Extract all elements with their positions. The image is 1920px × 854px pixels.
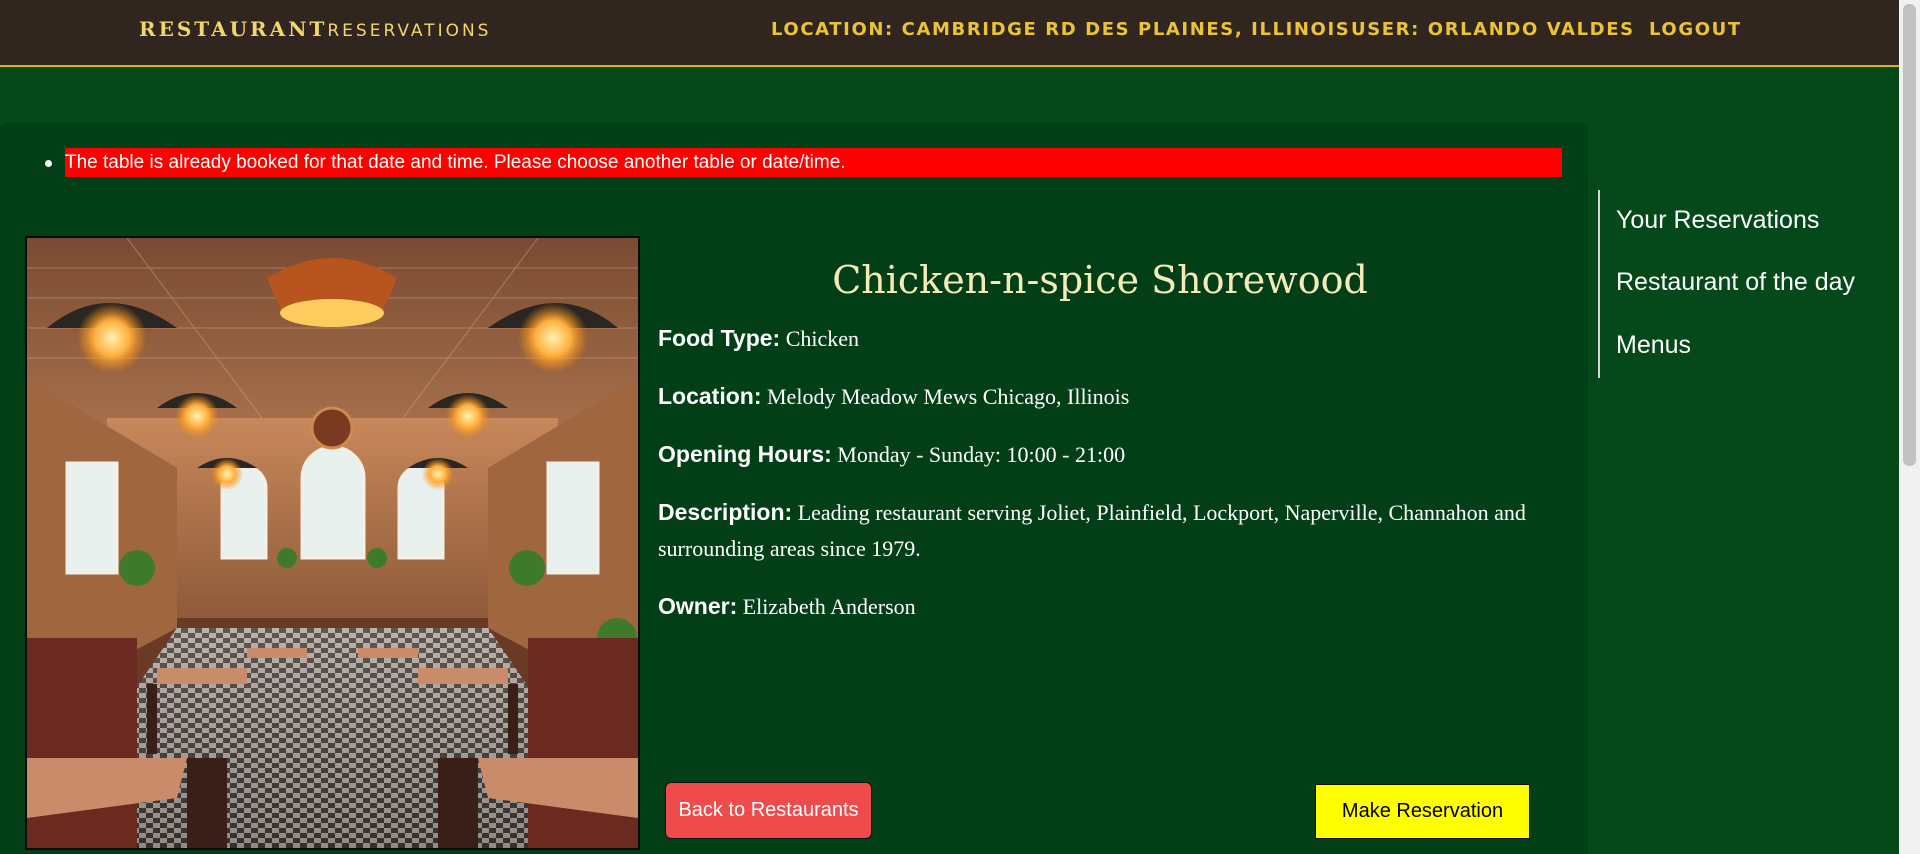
sidebar-item-your-reservations[interactable]: Your Reservations: [1616, 206, 1819, 235]
opening-hours-label: Opening Hours:: [658, 441, 832, 467]
sidebar-item-menus[interactable]: Menus: [1616, 331, 1691, 360]
opening-hours-value: Monday - Sunday: 10:00 - 21:00: [837, 442, 1126, 467]
location-label: Location:: [658, 383, 762, 409]
description-label: Description:: [658, 499, 793, 525]
top-navigation-bar: RESTAURANTRESERVATIONS LOCATION: CAMBRID…: [0, 0, 1899, 67]
page-scrollbar[interactable]: [1899, 0, 1920, 854]
back-to-restaurants-button[interactable]: Back to Restaurants: [665, 782, 872, 839]
owner-value: Elizabeth Anderson: [742, 594, 916, 619]
owner-label: Owner:: [658, 593, 738, 619]
opening-hours-row: Opening Hours: Monday - Sunday: 10:00 - …: [658, 436, 1125, 473]
make-reservation-button[interactable]: Make Reservation: [1315, 784, 1530, 839]
scrollbar-thumb[interactable]: [1903, 4, 1916, 466]
description-row: Description: Leading restaurant serving …: [658, 494, 1558, 567]
restaurant-photo: [25, 236, 640, 850]
location-row: Location: Melody Meadow Mews Chicago, Il…: [658, 378, 1129, 415]
brand-logo[interactable]: RESTAURANTRESERVATIONS: [139, 17, 491, 41]
location-value: Melody Meadow Mews Chicago, Illinois: [767, 384, 1130, 409]
food-type-row: Food Type: Chicken: [658, 320, 859, 357]
brand-name-strong: RESTAURANT: [139, 17, 328, 41]
food-type-label: Food Type:: [658, 325, 781, 351]
brand-name-light: RESERVATIONS: [327, 21, 492, 41]
sidebar: Your Reservations Restaurant of the day …: [1598, 190, 1888, 378]
user-link[interactable]: USER: ORLANDO VALDES: [1351, 19, 1635, 40]
alert-bullet: [45, 160, 52, 167]
sidebar-item-restaurant-of-the-day[interactable]: Restaurant of the day: [1616, 268, 1855, 297]
location-link[interactable]: LOCATION: CAMBRIDGE RD DES PLAINES, ILLI…: [771, 19, 1350, 40]
error-message: The table is already booked for that dat…: [65, 148, 1562, 177]
restaurant-name: Chicken-n-spice Shorewood: [832, 258, 1368, 302]
logout-link[interactable]: LOGOUT: [1649, 19, 1742, 40]
owner-row: Owner: Elizabeth Anderson: [658, 588, 916, 625]
food-type-value: Chicken: [785, 326, 860, 351]
